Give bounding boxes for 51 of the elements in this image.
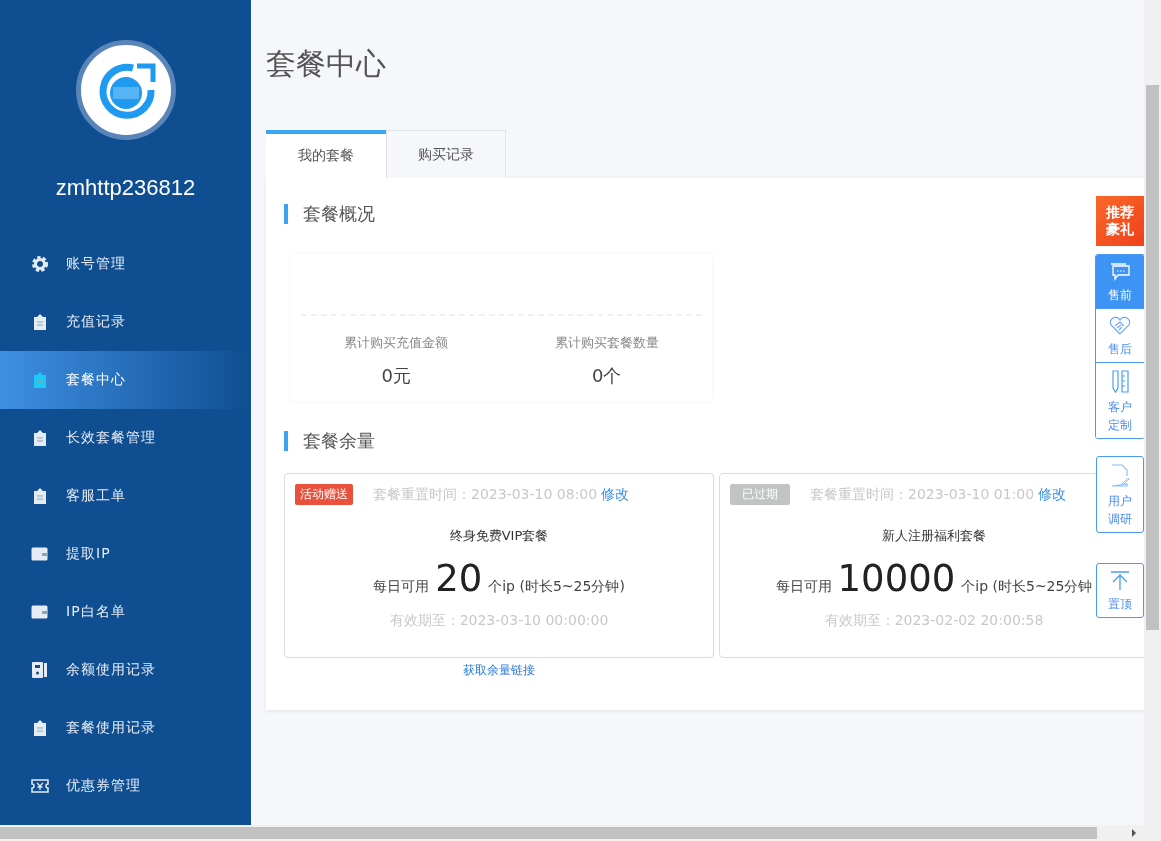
ledger-icon xyxy=(31,662,49,678)
status-badge: 活动赠送 xyxy=(295,484,353,505)
balance-link[interactable]: 获取余量链接 xyxy=(463,663,535,677)
vertical-scrollbar[interactable] xyxy=(1144,0,1161,825)
sidebar-item[interactable]: IP白名单 xyxy=(0,583,251,641)
clipboard-icon xyxy=(31,429,49,447)
horizontal-scrollbar[interactable] xyxy=(0,825,1161,841)
clipboard-icon xyxy=(31,487,49,505)
coupon-icon xyxy=(31,779,49,793)
daily-count: 20 xyxy=(435,559,483,600)
clipboard-icon xyxy=(31,371,49,389)
chat-icon xyxy=(1109,262,1131,282)
wallet-icon xyxy=(31,547,49,561)
daily-unit: 个ip (时长5~25分钟 xyxy=(961,579,1093,595)
sidebar-item[interactable]: 充值记录 xyxy=(0,293,251,351)
edit-link[interactable]: 修改 xyxy=(1038,485,1067,504)
edit-link[interactable]: 修改 xyxy=(601,485,630,504)
tab[interactable]: 我的套餐 xyxy=(266,130,386,178)
username: zmhttp236812 xyxy=(55,175,196,201)
scroll-right-icon[interactable] xyxy=(1131,829,1137,837)
sidebar-item[interactable]: 优惠券管理 xyxy=(0,757,251,815)
document-pen-icon xyxy=(1110,464,1130,488)
daily-label: 每日可用 xyxy=(775,579,832,595)
sidebar-item[interactable]: 长效套餐管理 xyxy=(0,409,251,467)
gear-icon xyxy=(31,255,49,273)
promo-badge[interactable]: 推荐豪礼 xyxy=(1096,196,1144,246)
daily-unit: 个ip (时长5~25分钟) xyxy=(488,579,625,595)
sidebar-item[interactable]: 账号管理 xyxy=(0,235,251,293)
package-name: 新人注册福利套餐 xyxy=(881,527,987,545)
page-title: 套餐中心 xyxy=(266,45,387,83)
sidebar-item[interactable]: 客服工单 xyxy=(0,467,251,525)
daily-label: 每日可用 xyxy=(373,579,430,595)
handshake-icon xyxy=(1109,316,1131,336)
sidebar-item[interactable]: 余额使用记录 xyxy=(0,641,251,699)
arrow-up-icon xyxy=(1109,571,1131,591)
daily-count: 10000 xyxy=(837,559,956,600)
stat-value: 0元 xyxy=(380,364,412,388)
clipboard-icon xyxy=(31,313,49,331)
tab[interactable]: 购买记录 xyxy=(386,130,506,178)
stat-value: 0个 xyxy=(591,364,623,388)
survey-button[interactable]: 用户调研 xyxy=(1096,456,1144,533)
status-badge: 已过期 xyxy=(730,484,790,505)
sidebar-item[interactable]: 提取IP xyxy=(0,525,251,583)
sidebar-item[interactable]: 套餐使用记录 xyxy=(0,699,251,757)
clipboard-icon xyxy=(31,719,49,737)
ruler-pencil-icon xyxy=(1110,370,1130,394)
stat-label: 累计购买套餐数量 xyxy=(553,334,660,352)
wallet-icon xyxy=(31,605,49,619)
back-to-top-button[interactable]: 置顶 xyxy=(1096,563,1144,618)
stat-label: 累计购买充值金额 xyxy=(343,334,450,352)
package-name: 终身免费VIP套餐 xyxy=(448,527,550,545)
